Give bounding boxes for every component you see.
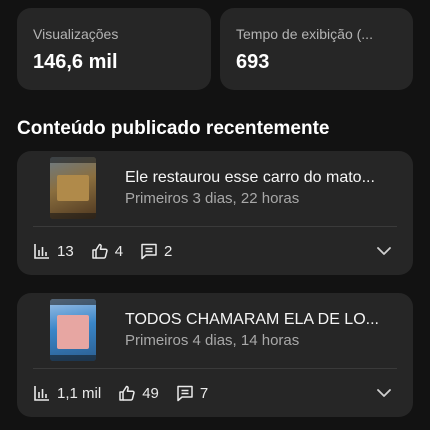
likes-metric: 49 — [118, 384, 159, 402]
watch-time-stat-card[interactable]: Tempo de exibição (... 693 — [220, 8, 413, 90]
video-title[interactable]: TODOS CHAMARAM ELA DE LO... — [125, 311, 401, 329]
video-card[interactable]: Ele restaurou esse carro do mato... Prim… — [17, 151, 413, 275]
thumbs-up-icon — [91, 243, 108, 259]
comments-count: 2 — [164, 242, 173, 260]
divider — [33, 226, 397, 227]
likes-count: 4 — [114, 242, 124, 260]
bar-chart-icon — [34, 386, 49, 401]
views-count: 1,1 mil — [57, 384, 102, 402]
comment-icon — [141, 243, 157, 260]
watch-time-value: 693 — [236, 51, 270, 73]
video-metrics: 13 4 2 — [33, 240, 189, 262]
likes-count: 49 — [142, 384, 159, 402]
views-stat-card[interactable]: Visualizações 146,6 mil — [17, 8, 211, 90]
video-period: Primeiros 3 dias, 22 horas — [125, 190, 300, 207]
video-card[interactable]: TODOS CHAMARAM ELA DE LO... Primeiros 4 … — [17, 293, 413, 417]
video-thumbnail[interactable] — [50, 299, 96, 361]
comments-metric: 7 — [176, 384, 208, 402]
thumbs-up-icon — [119, 385, 135, 401]
views-metric: 13 — [33, 242, 74, 260]
video-title[interactable]: Ele restaurou esse carro do mato... — [125, 169, 401, 187]
views-value: 146,6 mil — [33, 51, 118, 73]
comment-icon — [177, 385, 193, 402]
divider — [33, 368, 397, 369]
comments-count: 7 — [199, 384, 209, 402]
views-metric: 1,1 mil — [33, 384, 101, 402]
views-count: 13 — [57, 242, 74, 260]
chevron-down-icon[interactable] — [375, 242, 393, 260]
likes-metric: 4 — [91, 242, 123, 260]
video-metrics: 1,1 mil 49 7 — [33, 382, 225, 404]
chevron-down-icon[interactable] — [375, 384, 393, 402]
comments-metric: 2 — [140, 242, 172, 260]
watch-time-label: Tempo de exibição (... — [236, 26, 373, 42]
bar-chart-icon — [34, 244, 49, 259]
video-period: Primeiros 4 dias, 14 horas — [125, 332, 300, 349]
views-label: Visualizações — [33, 26, 119, 42]
video-thumbnail[interactable] — [50, 157, 96, 219]
section-title: Conteúdo publicado recentemente — [17, 118, 330, 139]
